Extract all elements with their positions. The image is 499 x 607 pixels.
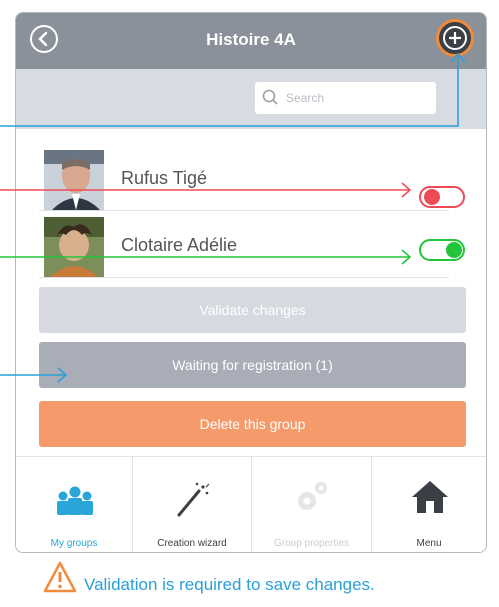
avatar xyxy=(44,150,104,210)
member-active-toggle[interactable] xyxy=(419,239,465,261)
waiting-registration-button[interactable]: Waiting for registration (1) xyxy=(39,342,466,388)
tab-group-properties[interactable]: Group properties xyxy=(252,457,372,552)
validation-note: Validation is required to save changes. xyxy=(84,575,375,594)
home-icon xyxy=(412,481,448,513)
phone-screen: Histoire 4A Search Rufus Tigé Clotaire A… xyxy=(15,12,487,553)
page-title: Histoire 4A xyxy=(206,30,296,49)
list-item-member-1: Rufus Tigé xyxy=(39,150,465,211)
tab-label: Group properties xyxy=(273,538,350,549)
member-name: Clotaire Adélie xyxy=(121,235,238,255)
tab-creation-wizard[interactable]: Creation wizard xyxy=(133,457,252,552)
tab-bar: My groups Creation wizard Group properti… xyxy=(16,456,486,552)
plus-icon xyxy=(443,26,467,50)
magic-wand-icon xyxy=(177,482,210,517)
warning-icon xyxy=(43,561,77,593)
validate-changes-button[interactable]: Validate changes xyxy=(39,287,466,333)
search-bar: Search xyxy=(16,69,486,129)
avatar xyxy=(44,217,104,277)
people-icon xyxy=(57,486,93,515)
toggle-knob xyxy=(424,189,440,205)
toggle-knob xyxy=(446,242,462,258)
search-input[interactable]: Search xyxy=(255,82,436,114)
member-active-toggle[interactable] xyxy=(419,186,465,208)
add-member-button[interactable] xyxy=(436,19,474,57)
tab-my-groups[interactable]: My groups xyxy=(16,457,133,552)
member-name: Rufus Tigé xyxy=(121,168,208,188)
search-icon xyxy=(262,89,278,105)
list-item-member-2: Clotaire Adélie xyxy=(39,217,465,278)
search-placeholder: Search xyxy=(286,91,325,105)
tab-label: My groups xyxy=(50,538,98,549)
header: Histoire 4A xyxy=(16,13,486,69)
gears-icon xyxy=(298,482,327,510)
tab-menu[interactable]: Menu xyxy=(372,457,486,552)
tab-label: Menu xyxy=(416,538,442,549)
delete-group-button[interactable]: Delete this group xyxy=(39,401,466,447)
tab-label: Creation wizard xyxy=(157,538,227,549)
